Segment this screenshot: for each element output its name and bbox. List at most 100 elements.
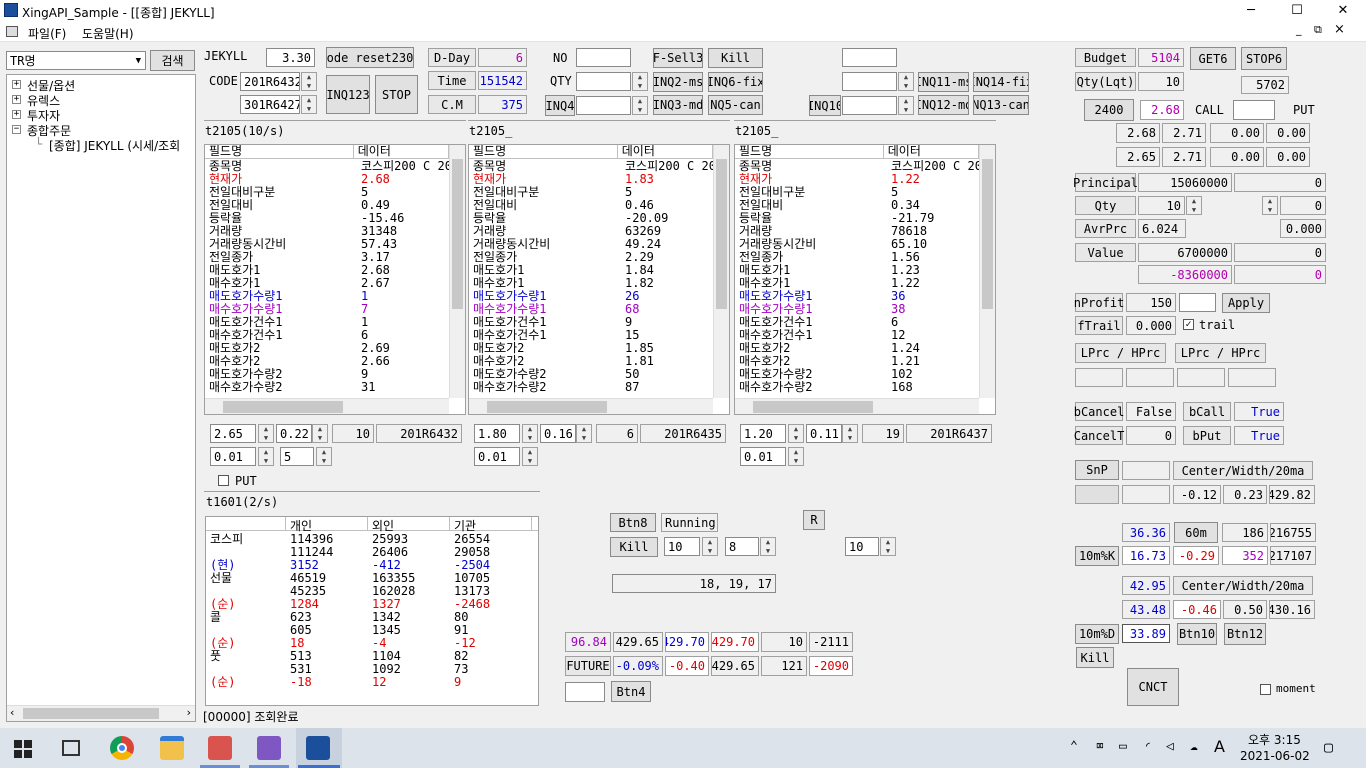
- strike-button[interactable]: 2400: [1084, 99, 1134, 121]
- list-vscrollbar[interactable]: [449, 145, 465, 398]
- clock-time[interactable]: 오후 3:15: [1248, 731, 1301, 748]
- maximize-button[interactable]: ☐: [1274, 0, 1320, 22]
- tick-spinner[interactable]: ▲ ▼: [522, 447, 538, 466]
- expand-icon[interactable]: +: [12, 110, 21, 119]
- xingapi-icon[interactable]: [306, 736, 330, 760]
- tick-input[interactable]: 0.01: [210, 447, 256, 466]
- inq10-spinner[interactable]: ▲ ▼: [898, 96, 914, 115]
- mid-spinner-3[interactable]: ▲ ▼: [880, 537, 896, 556]
- r-button[interactable]: R: [803, 510, 825, 530]
- ime-indicator[interactable]: A: [1214, 737, 1225, 756]
- col-field-name[interactable]: 필드명: [469, 145, 618, 158]
- app-red-icon[interactable]: [208, 736, 232, 760]
- tick-spinner[interactable]: ▲ ▼: [788, 447, 804, 466]
- notification-icon[interactable]: ▢: [1324, 738, 1333, 756]
- put-checkbox[interactable]: [218, 475, 229, 486]
- step-input[interactable]: 0.11: [806, 424, 842, 443]
- tick-spinner[interactable]: ▲ ▼: [258, 447, 274, 466]
- nprofit-input[interactable]: [1179, 293, 1216, 312]
- minimize-button[interactable]: ─: [1228, 0, 1274, 22]
- code1-spinner[interactable]: ▲ ▼: [301, 72, 317, 91]
- chrome-icon[interactable]: [110, 736, 134, 760]
- inq12-button[interactable]: INQ12-md: [918, 95, 969, 115]
- mdi-close-button[interactable]: ×: [1334, 22, 1345, 37]
- list-hscrollbar[interactable]: [469, 398, 713, 414]
- col-data[interactable]: 데이터: [884, 145, 979, 158]
- qty-right-spinner-2[interactable]: ▲ ▼: [1262, 196, 1278, 215]
- mid-spinner-2[interactable]: ▲ ▼: [760, 537, 776, 556]
- inq10-input[interactable]: [842, 96, 897, 115]
- expand-icon[interactable]: +: [12, 80, 21, 89]
- list-hscrollbar[interactable]: [735, 398, 979, 414]
- btn10-button[interactable]: Btn10: [1177, 623, 1217, 645]
- inq4-input[interactable]: [576, 96, 631, 115]
- count-input[interactable]: 5: [280, 447, 314, 466]
- inq6-button[interactable]: INQ6-fix: [708, 72, 763, 92]
- mid-spinner-1[interactable]: ▲ ▼: [702, 537, 718, 556]
- inq11-spinner[interactable]: ▲ ▼: [898, 72, 914, 91]
- stop-button[interactable]: STOP: [375, 75, 418, 114]
- kill-button-right[interactable]: Kill: [1076, 647, 1114, 668]
- inq4-button[interactable]: INQ4: [545, 95, 575, 116]
- close-button[interactable]: ✕: [1320, 0, 1366, 22]
- menu-help[interactable]: 도움말(H): [82, 25, 134, 42]
- col-field-name[interactable]: 필드명: [205, 145, 354, 158]
- onedrive-icon[interactable]: ☁: [1190, 739, 1198, 754]
- inq11-button[interactable]: INQ11-ms: [918, 72, 969, 92]
- collapse-icon[interactable]: −: [12, 125, 21, 134]
- volume-icon[interactable]: ◁: [1166, 739, 1174, 754]
- 10m-k-button[interactable]: 10m%K: [1075, 546, 1119, 566]
- file-explorer-icon[interactable]: [160, 736, 184, 760]
- mid-input-3[interactable]: 10: [845, 537, 879, 556]
- visual-studio-icon[interactable]: [257, 736, 281, 760]
- step-spinner[interactable]: ▲ ▼: [842, 424, 858, 443]
- tree-hscrollbar[interactable]: ‹ ›: [7, 705, 195, 721]
- 60m-button[interactable]: 60m: [1174, 522, 1218, 543]
- qty-spinner[interactable]: ▲ ▼: [632, 72, 648, 91]
- step-input[interactable]: 0.22: [276, 424, 312, 443]
- code2-input[interactable]: 301R6427: [240, 95, 300, 114]
- price-spinner[interactable]: ▲ ▼: [522, 424, 538, 443]
- trail-checkbox[interactable]: ✓: [1183, 319, 1194, 330]
- kill-button-mid[interactable]: Kill: [610, 537, 658, 557]
- btn12-button[interactable]: Btn12: [1224, 623, 1266, 645]
- task-view-icon[interactable]: [62, 740, 80, 756]
- code-reset-button[interactable]: code reset2301: [326, 47, 414, 68]
- search-button[interactable]: 검색: [150, 50, 195, 71]
- col-field-name[interactable]: 필드명: [735, 145, 884, 158]
- list-hscrollbar[interactable]: [205, 398, 449, 414]
- jekyll-input[interactable]: 3.30: [266, 48, 315, 67]
- tick-input[interactable]: 0.01: [740, 447, 786, 466]
- tree-item-jekyll[interactable]: [종합] JEKYLL (시세/조회: [49, 137, 180, 154]
- qty-right-spinner[interactable]: ▲ ▼: [1186, 196, 1202, 215]
- price-input[interactable]: 1.80: [474, 424, 520, 443]
- stop6-button[interactable]: STOP6: [1241, 47, 1287, 70]
- fsell3-button[interactable]: F-Sell3: [653, 48, 703, 68]
- tr-select[interactable]: TR명 ▼: [6, 51, 146, 70]
- battery-icon[interactable]: ▭: [1119, 739, 1127, 754]
- inq14-button[interactable]: INQ14-fix: [973, 72, 1029, 92]
- price-spinner[interactable]: ▲ ▼: [258, 424, 274, 443]
- code1-input[interactable]: 201R6432: [240, 72, 300, 91]
- inq5-button[interactable]: INQ5-canc: [708, 95, 763, 115]
- btn4-button[interactable]: Btn4: [611, 681, 651, 702]
- snp-button[interactable]: SnP: [1075, 460, 1119, 480]
- call-input[interactable]: [1233, 100, 1275, 120]
- apply-button[interactable]: Apply: [1222, 293, 1270, 313]
- price-input[interactable]: 2.65: [210, 424, 256, 443]
- inq123-button[interactable]: INQ123: [326, 75, 370, 114]
- inq4-spinner[interactable]: ▲ ▼: [632, 96, 648, 115]
- btn4-input[interactable]: [565, 682, 605, 702]
- qty-input[interactable]: [576, 72, 631, 91]
- kill-button-top[interactable]: Kill: [708, 48, 763, 68]
- mid-input-1[interactable]: 10: [664, 537, 700, 556]
- price-input[interactable]: 1.20: [740, 424, 786, 443]
- inq13-button[interactable]: INQ13-canc: [973, 95, 1029, 115]
- col-data[interactable]: 데이터: [354, 145, 449, 158]
- step-spinner[interactable]: ▲ ▼: [576, 424, 592, 443]
- step-input[interactable]: 0.16: [540, 424, 576, 443]
- tick-input[interactable]: 0.01: [474, 447, 520, 466]
- btn8-button[interactable]: Btn8: [610, 513, 656, 532]
- clock-date[interactable]: 2021-06-02: [1240, 749, 1310, 763]
- price-spinner[interactable]: ▲ ▼: [788, 424, 804, 443]
